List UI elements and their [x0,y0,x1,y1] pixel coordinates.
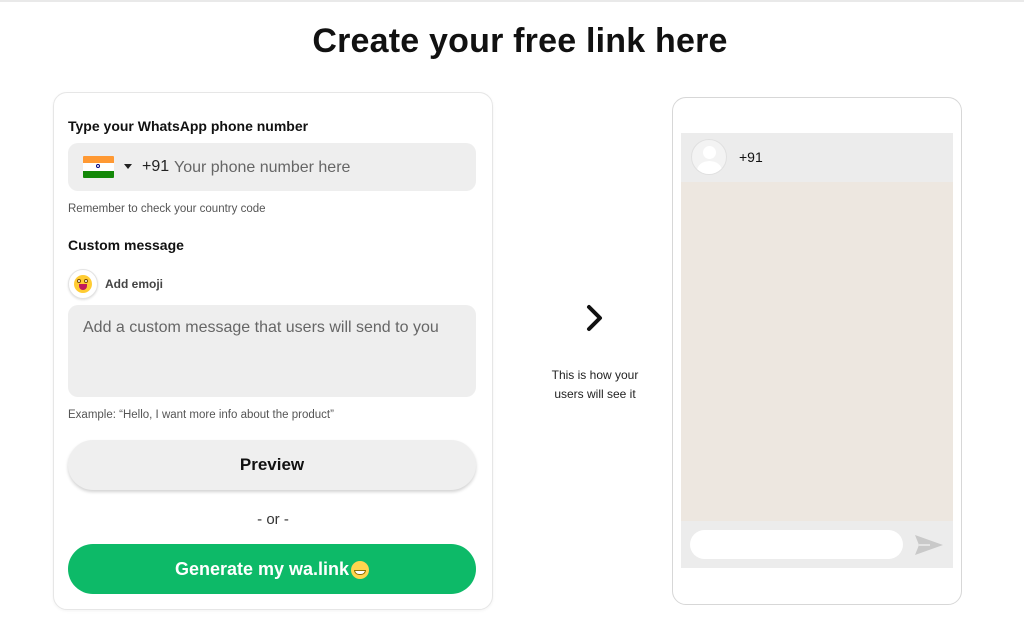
dial-code: +91 [142,158,170,175]
preview-caption: This is how your users will see it [540,366,650,404]
add-emoji-label[interactable]: Add emoji [105,277,163,291]
add-emoji-button[interactable] [68,269,98,299]
link-form-card: Type your WhatsApp phone number +91 Reme… [53,92,493,610]
page-title: Create your free link here [312,22,728,60]
chevron-right-icon [587,305,602,331]
chat-header: +91 [681,133,953,182]
phone-field: +91 [68,143,476,191]
custom-message-input[interactable] [68,305,476,397]
preview-button[interactable]: Preview [68,440,476,490]
message-example: Example: “Hello, I want more info about … [68,409,334,421]
generate-link-label: Generate my wa.link [174,558,350,579]
send-icon [915,535,943,555]
emoji-icon [74,275,92,293]
phone-label: Type your WhatsApp phone number [68,118,309,134]
chat-message-input [690,530,903,559]
preview-caption-line2: users will see it [554,387,636,401]
chat-body [681,182,953,521]
chevron-down-icon[interactable] [124,164,132,169]
phone-hint: Remember to check your country code [68,203,266,215]
avatar [691,139,727,175]
preview-caption-line1: This is how your [551,368,639,382]
grin-emoji-icon [351,561,370,579]
custom-message-label: Custom message [68,237,184,253]
chat-footer [681,521,953,568]
phone-preview: +91 [672,97,962,605]
india-flag-icon[interactable] [83,156,114,178]
phone-number-input[interactable] [172,155,466,181]
contact-number: +91 [739,149,763,165]
or-separator: - or - [257,511,289,528]
top-divider [0,0,1024,2]
generate-link-button[interactable]: Generate my wa.link [68,544,476,594]
